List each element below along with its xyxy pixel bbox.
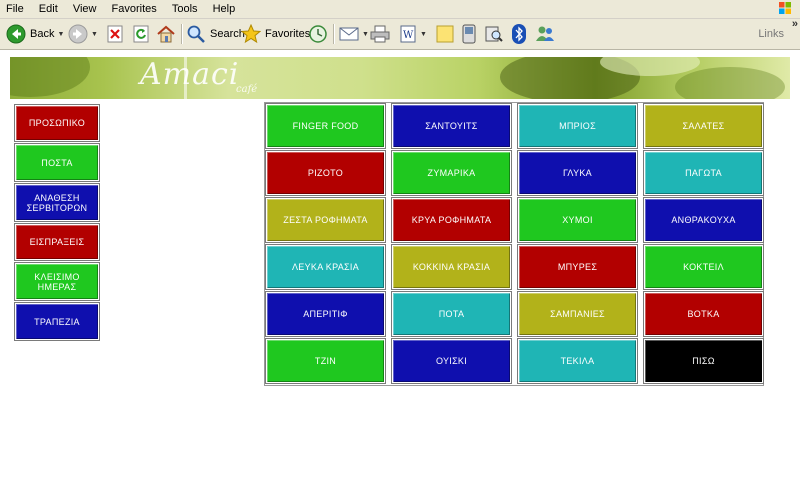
sidebar-button-orders[interactable]: ΠΟΣΤΑ <box>14 143 100 182</box>
category-button[interactable]: ΖΥΜΑΡΙΚΑ <box>391 150 512 196</box>
windows-logo-icon <box>779 2 791 14</box>
back-button[interactable]: Back ▼ <box>6 23 64 45</box>
bluetooth-button[interactable] <box>512 23 526 45</box>
stop-icon <box>107 25 123 43</box>
messenger-button[interactable] <box>462 23 476 45</box>
brand-subtitle: café <box>236 84 258 95</box>
edit-button[interactable]: W ▼ <box>399 23 427 45</box>
category-button[interactable]: ΤΖΙΝ <box>265 338 386 384</box>
history-icon <box>309 25 327 43</box>
forward-dropdown-icon[interactable]: ▼ <box>91 31 98 38</box>
document-edit-icon: W <box>400 25 416 43</box>
brand-logo-text: Amaci <box>140 57 240 92</box>
menu-bar: File Edit View Favorites Tools Help <box>0 0 800 19</box>
print-button[interactable] <box>370 23 390 45</box>
back-dropdown-icon[interactable]: ▼ <box>57 31 64 38</box>
category-button[interactable]: ΣΑΝΤΟΥΙΤΣ <box>391 103 512 149</box>
menu-favorites[interactable]: Favorites <box>106 0 163 18</box>
category-button[interactable]: ΠΑΓΩΤΑ <box>643 150 764 196</box>
links-label[interactable]: Links <box>758 28 784 40</box>
category-button[interactable]: ΡΙΖΟΤΟ <box>265 150 386 196</box>
category-button[interactable]: ΚΡΥΑ ΡΟΦΗΜΑΤΑ <box>391 197 512 243</box>
forward-button[interactable]: ▼ <box>68 23 98 45</box>
stop-button[interactable] <box>106 23 124 45</box>
home-button[interactable] <box>156 23 176 45</box>
print-icon <box>370 25 390 43</box>
sidebar-button-tables[interactable]: ΤΡΑΠΕΖΙΑ <box>14 302 100 341</box>
mail-button[interactable]: ▼ <box>339 23 369 45</box>
menu-help[interactable]: Help <box>207 0 242 18</box>
mail-icon <box>339 27 359 41</box>
menu-tools[interactable]: Tools <box>166 0 204 18</box>
banner: Amaci café <box>10 57 790 99</box>
refresh-icon <box>133 25 149 43</box>
sidebar-button-staff[interactable]: ΠΡΟΣΩΠΙΚΟ <box>14 104 100 142</box>
category-button[interactable]: ΚΟΚΚΙΝΑ ΚΡΑΣΙΑ <box>391 244 512 290</box>
toolbar-separator <box>181 24 183 44</box>
search-icon <box>187 25 205 43</box>
sidebar-button-close-day[interactable]: ΚΛΕΙΣΙΜΟ ΗΜΕΡΑΣ <box>14 262 100 301</box>
favorites-button[interactable]: Favorites <box>241 23 310 45</box>
category-button[interactable]: ΜΠΡΙΟΣ <box>517 103 638 149</box>
note-icon <box>436 25 454 43</box>
search-button[interactable]: Search <box>186 23 245 45</box>
category-button[interactable]: ΤΕΚΙΛΑ <box>517 338 638 384</box>
toolbar-separator <box>333 24 335 44</box>
svg-text:W: W <box>403 30 414 41</box>
mail-dropdown-icon[interactable]: ▼ <box>362 31 369 38</box>
category-button[interactable]: ΑΠΕΡΙΤΙΦ <box>265 291 386 337</box>
discuss-button[interactable] <box>436 23 454 45</box>
phone-icon <box>462 24 476 44</box>
history-button[interactable] <box>308 23 328 45</box>
sidebar-button-receipts[interactable]: ΕΙΣΠΡΑΞΕΙΣ <box>14 223 100 261</box>
category-button[interactable]: ΟΥΙΣΚΙ <box>391 338 512 384</box>
sidebar-button-assign-waiters[interactable]: ΑΝΑΘΕΣΗ ΣΕΡΒΙΤΟΡΩΝ <box>14 183 100 222</box>
msn-button[interactable] <box>535 23 555 45</box>
category-button[interactable]: ΖΕΣΤΑ ΡΟΦΗΜΑΤΑ <box>265 197 386 243</box>
research-icon <box>485 26 503 42</box>
category-button[interactable]: ΧΥΜΟΙ <box>517 197 638 243</box>
category-button[interactable]: ΒΟΤΚΑ <box>643 291 764 337</box>
category-button[interactable]: ΑΝΘΡΑΚΟΥΧΑ <box>643 197 764 243</box>
msn-buddy-icon <box>536 26 554 41</box>
menu-edit[interactable]: Edit <box>33 0 64 18</box>
research-button[interactable] <box>485 23 503 45</box>
category-button[interactable]: ΣΑΜΠΑΝΙΕΣ <box>517 291 638 337</box>
toolbar-overflow-chevron-icon[interactable]: » <box>792 18 798 30</box>
category-button[interactable]: FINGER FOOD <box>265 103 386 149</box>
toolbar: Back ▼ ▼ Search Favorites ▼ W ▼ Links » <box>0 18 800 50</box>
category-button[interactable]: ΛΕΥΚΑ ΚΡΑΣΙΑ <box>265 244 386 290</box>
bluetooth-icon <box>512 24 526 44</box>
back-arrow-icon <box>6 24 26 44</box>
menu-file[interactable]: File <box>0 0 30 18</box>
category-button[interactable]: ΣΑΛΑΤΕΣ <box>643 103 764 149</box>
back-label: Back <box>30 28 55 40</box>
category-button[interactable]: ΜΠΥΡΕΣ <box>517 244 638 290</box>
category-button[interactable]: ΓΛΥΚΑ <box>517 150 638 196</box>
search-label: Search <box>210 28 245 40</box>
refresh-button[interactable] <box>132 23 150 45</box>
banner-decoration <box>10 57 785 99</box>
edit-dropdown-icon[interactable]: ▼ <box>420 31 427 38</box>
home-icon <box>157 25 175 43</box>
star-icon <box>241 24 261 44</box>
category-button[interactable]: ΚΟΚΤΕΙΛ <box>643 244 764 290</box>
category-button[interactable]: ΠΟΤΑ <box>391 291 512 337</box>
menu-view[interactable]: View <box>67 0 103 18</box>
category-button[interactable]: ΠΙΣΩ <box>643 338 764 384</box>
forward-arrow-icon <box>68 24 88 44</box>
favorites-label: Favorites <box>265 28 311 40</box>
